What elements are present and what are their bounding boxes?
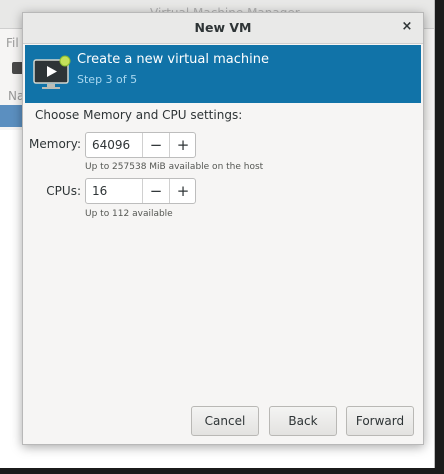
dialog-titlebar: New VM ×: [23, 13, 423, 44]
new-vm-dialog: New VM × Create a new virtual machine St…: [22, 12, 424, 445]
dialog-title: New VM: [194, 20, 252, 35]
close-icon[interactable]: ×: [399, 18, 415, 36]
cpus-input[interactable]: 16: [92, 184, 107, 198]
memory-spinbutton[interactable]: 64096 − +: [85, 132, 196, 158]
monitor-play-icon: [33, 55, 71, 89]
memory-increment-button[interactable]: +: [169, 133, 196, 157]
memory-input[interactable]: 64096: [92, 138, 130, 152]
wizard-header: Create a new virtual machine Step 3 of 5: [25, 45, 421, 103]
memory-label: Memory:: [29, 137, 81, 151]
back-button[interactable]: Back: [269, 406, 337, 436]
cpus-label: CPUs:: [46, 184, 81, 198]
forward-button[interactable]: Forward: [346, 406, 414, 436]
cancel-button[interactable]: Cancel: [191, 406, 259, 436]
cpus-decrement-button[interactable]: −: [142, 179, 169, 203]
wizard-heading: Create a new virtual machine: [77, 52, 269, 67]
memory-hint: Up to 257538 MiB available on the host: [85, 162, 264, 172]
memory-decrement-button[interactable]: −: [142, 133, 169, 157]
wizard-step-indicator: Step 3 of 5: [77, 73, 138, 86]
background-menu-file[interactable]: Fil: [6, 36, 19, 50]
cpus-spinbutton[interactable]: 16 − +: [85, 178, 196, 204]
cpus-hint: Up to 112 available: [85, 209, 173, 219]
section-label: Choose Memory and CPU settings:: [35, 108, 243, 122]
cpus-increment-button[interactable]: +: [169, 179, 196, 203]
